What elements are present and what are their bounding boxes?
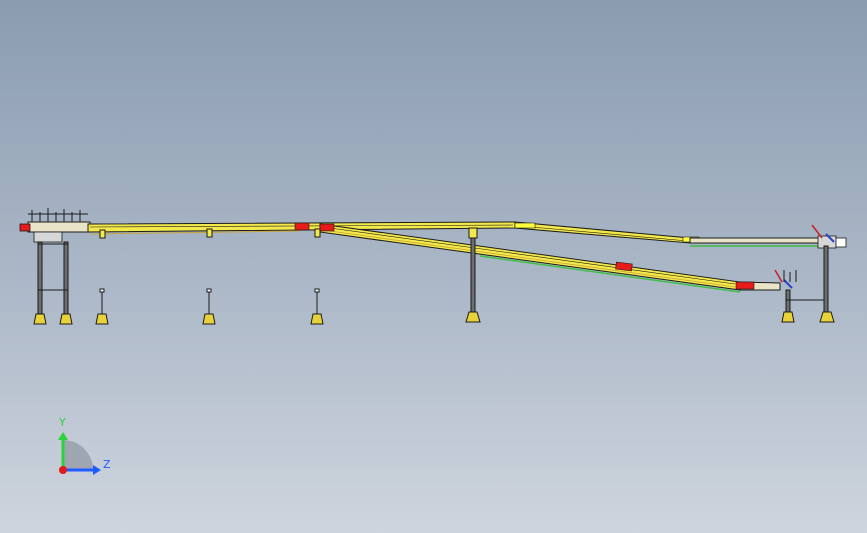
infeed-station[interactable] — [19, 208, 91, 243]
infeed-gearbox — [33, 231, 63, 243]
leveling-feet — [33, 311, 835, 325]
conveyor-assembly-drawing: Y Z — [19, 208, 847, 475]
outfeed-station[interactable] — [774, 224, 847, 289]
upper-rail-decline — [514, 221, 691, 244]
foot-2 — [59, 313, 73, 325]
drive-unit-2 — [319, 223, 335, 232]
foot-5 — [310, 313, 324, 325]
orientation-triad[interactable]: Y Z — [58, 416, 111, 475]
triad-y-label: Y — [58, 416, 66, 429]
foot-4 — [202, 313, 216, 325]
drive-unit-1 — [294, 222, 310, 231]
infeed-top-frame — [27, 221, 91, 233]
support-leg-right-upper — [823, 245, 829, 315]
support-leg-middle — [468, 227, 478, 315]
drive-unit-4 — [735, 281, 755, 290]
support-post-1 — [99, 229, 106, 316]
outfeed-valve-red — [811, 224, 823, 239]
support-leg-left-frame — [37, 241, 69, 315]
support-leg-right-lower — [785, 289, 826, 315]
triad-z-label: Z — [103, 458, 111, 471]
upper-rail-accent-a — [514, 222, 536, 229]
lower-outfeed-rods — [783, 270, 797, 282]
infeed-upright-rods — [28, 208, 88, 222]
upper-rail-decline-stripe — [519, 225, 689, 242]
triad-y-arrow — [58, 432, 68, 440]
lower-outfeed-valve-red — [774, 269, 783, 283]
triad-origin — [59, 466, 67, 474]
cad-viewport[interactable]: Y Z — [0, 0, 867, 533]
foot-6 — [465, 311, 481, 323]
support-post-2 — [206, 228, 213, 316]
lower-rail-incline — [319, 223, 741, 291]
infeed-motor — [19, 223, 31, 232]
lower-outfeed-valve-blue — [783, 279, 793, 289]
triad-quadrant — [63, 440, 93, 470]
upper-rail-outfeed — [689, 237, 821, 244]
outfeed-cap — [835, 237, 847, 248]
foot-3 — [95, 313, 109, 325]
support-post-3 — [314, 228, 321, 316]
foot-8 — [819, 311, 835, 323]
lower-conveyor[interactable] — [319, 223, 781, 293]
foot-7 — [781, 311, 795, 323]
triad-z-arrow — [93, 465, 101, 475]
foot-1 — [33, 313, 47, 325]
lower-rail-green-guide — [479, 255, 741, 293]
